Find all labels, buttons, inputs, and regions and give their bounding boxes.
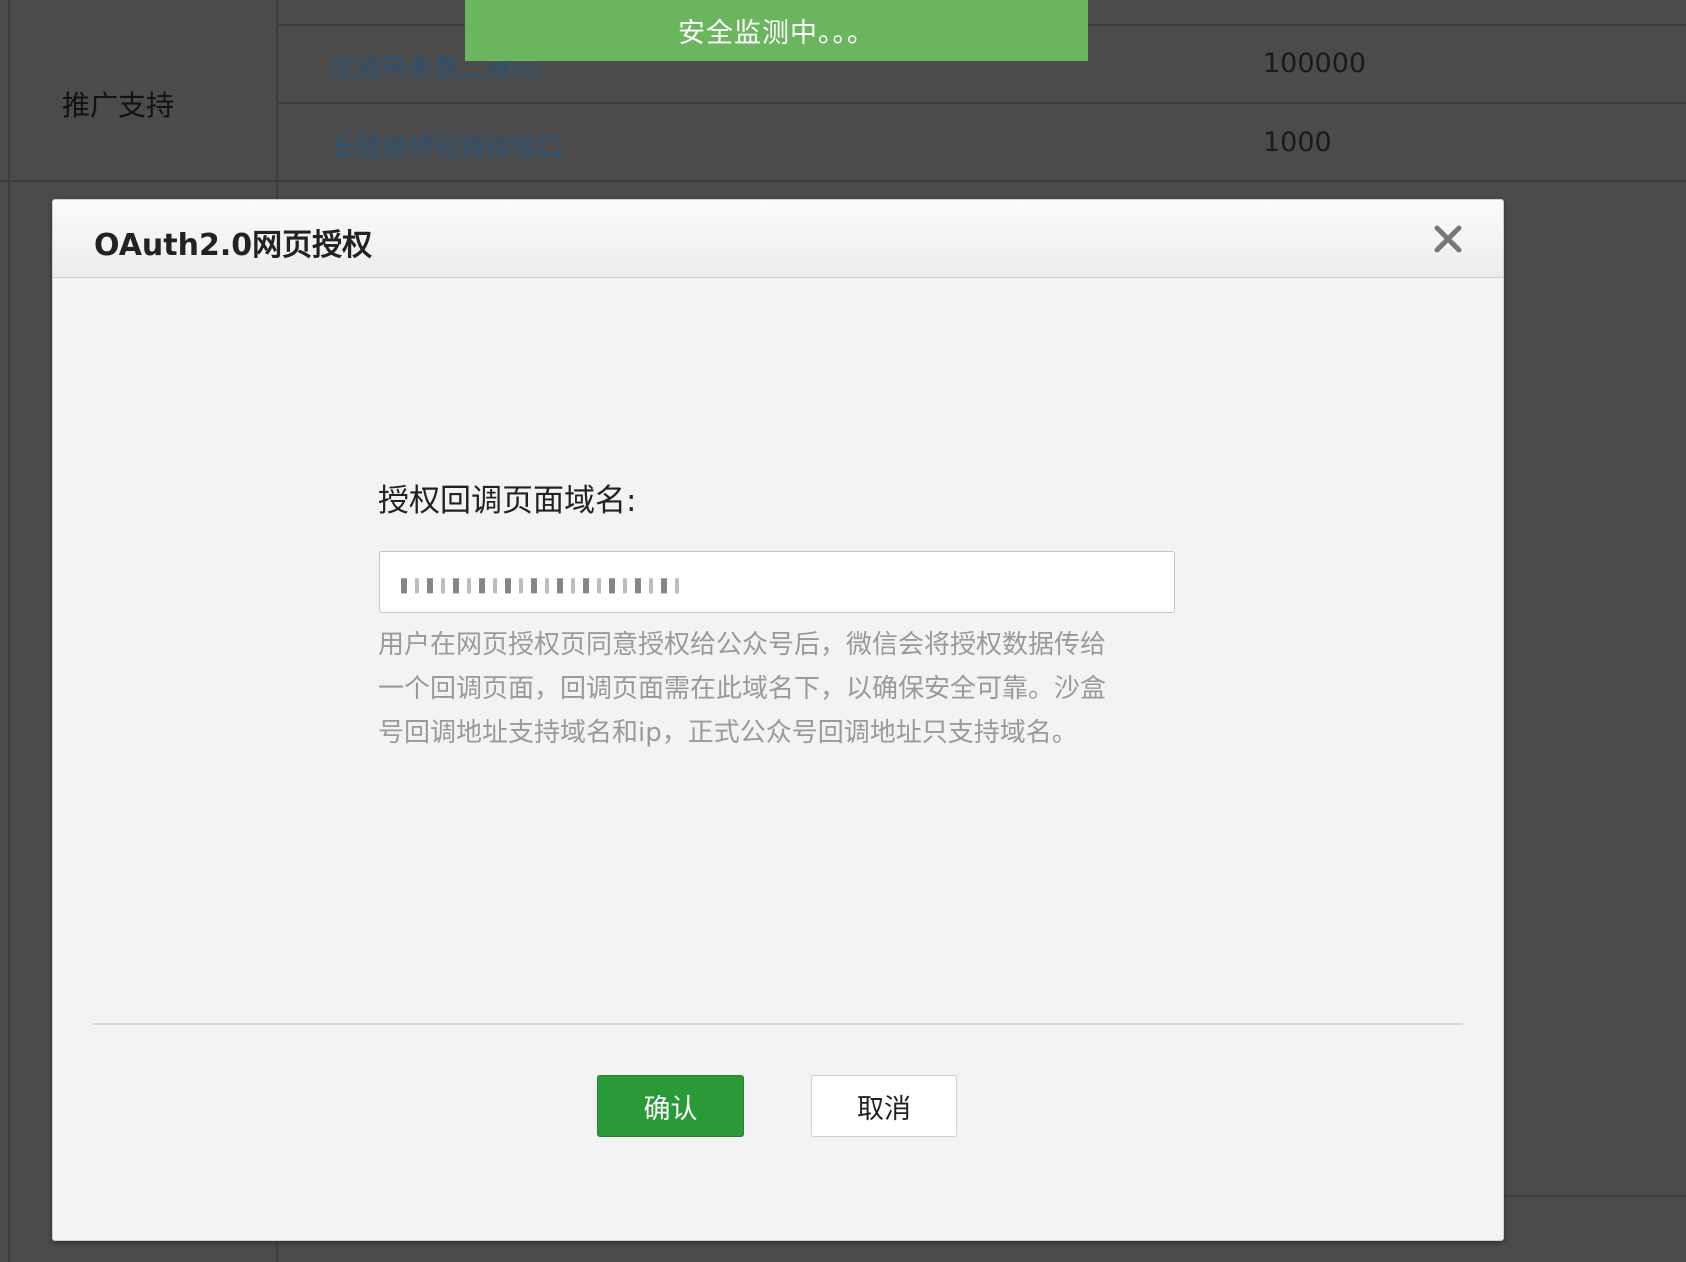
category-label: 推广支持 [62, 89, 175, 122]
cancel-button[interactable]: 取消 [811, 1075, 957, 1137]
help-text: 用户在网页授权页同意授权给公众号后，微信会将授权数据传给 一个回调页面，回调页面… [378, 623, 1178, 755]
api-quota: 1000 [1263, 127, 1332, 158]
oauth-dialog: OAuth2.0网页授权 授权回调页面域名: 用户在网页授权页同意授权给公众号后… [52, 199, 1504, 1241]
help-line: 用户在网页授权页同意授权给公众号后，微信会将授权数据传给 [378, 630, 1107, 660]
close-icon[interactable] [1431, 222, 1465, 256]
security-toast: 安全监测中。。。 [465, 0, 1088, 61]
api-quota: 100000 [1263, 48, 1367, 79]
table-divider [277, 102, 1686, 104]
footer-divider [93, 1023, 1463, 1025]
dialog-header: OAuth2.0网页授权 [53, 200, 1503, 278]
dialog-title: OAuth2.0网页授权 [94, 228, 373, 263]
help-line: 一个回调页面，回调页面需在此域名下，以确保安全可靠。沙盒 [378, 674, 1107, 704]
confirm-button[interactable]: 确认 [597, 1075, 744, 1137]
table-border [8, 0, 10, 1262]
table-divider [0, 180, 1686, 182]
api-link-shorturl[interactable]: 长链接转短链接接口 [330, 127, 564, 164]
help-line: 号回调地址支持域名和ip，正式公众号回调地址只支持域名。 [378, 718, 1078, 748]
field-label: 授权回调页面域名: [378, 483, 637, 519]
